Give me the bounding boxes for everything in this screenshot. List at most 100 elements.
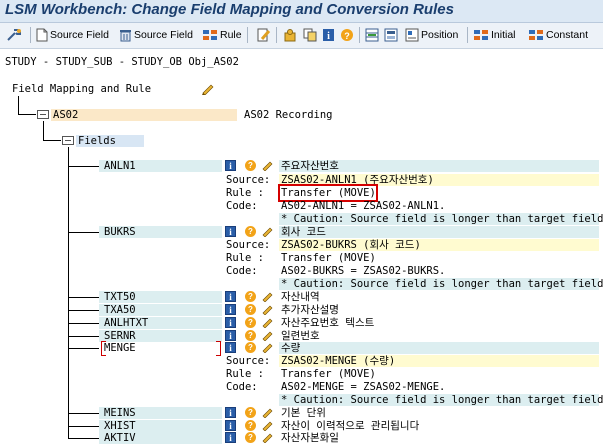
layout-icon xyxy=(384,28,398,42)
table-icon xyxy=(365,28,379,42)
pencil-icon[interactable] xyxy=(262,330,274,341)
rule-icon xyxy=(529,30,543,40)
trash-icon xyxy=(120,30,131,42)
document-icon xyxy=(36,28,48,42)
info-icon[interactable]: i xyxy=(225,226,236,237)
position-button[interactable]: Position xyxy=(405,26,458,44)
source-value[interactable]: ZSAS02-BUKRS (회사 코드) xyxy=(281,239,421,251)
field-desc: 기본 단위 xyxy=(281,407,326,419)
rule-button[interactable]: Rule xyxy=(202,26,242,44)
field-name-sernr[interactable]: SERNR xyxy=(104,330,136,342)
field-name-anln1[interactable]: ANLN1 xyxy=(104,160,136,172)
field-name-aktiv[interactable]: AKTIV xyxy=(104,432,136,444)
help-icon[interactable]: ? xyxy=(245,304,256,315)
help-icon[interactable]: ? xyxy=(245,330,256,341)
folder-icon[interactable] xyxy=(62,135,74,145)
code-value[interactable]: AS02-BUKRS = ZSAS02-BUKRS. xyxy=(281,265,445,277)
help-icon[interactable]: ? xyxy=(245,420,256,431)
display-button[interactable] xyxy=(365,26,381,44)
code-label: Code: xyxy=(226,200,258,212)
pencil-icon[interactable] xyxy=(262,432,274,443)
info-button[interactable]: i xyxy=(322,26,337,44)
info-icon[interactable]: i xyxy=(225,420,236,431)
field-desc: 회사 코드 xyxy=(281,226,326,238)
code-label: Code: xyxy=(226,381,258,393)
field-name-bukrs[interactable]: BUKRS xyxy=(104,226,136,238)
pencil-icon[interactable] xyxy=(262,304,274,315)
field-name-txa50[interactable]: TXA50 xyxy=(104,304,136,316)
tree-connector xyxy=(68,426,99,427)
rule-icon xyxy=(203,30,217,40)
field-name-txt50[interactable]: TXT50 xyxy=(104,291,136,303)
info-icon: i xyxy=(323,29,334,42)
source-value[interactable]: ZSAS02-MENGE (수량) xyxy=(281,355,395,367)
cut-button[interactable] xyxy=(283,26,299,44)
field-name-menge[interactable]: MENGE xyxy=(104,342,136,354)
rule-label: Rule : xyxy=(226,252,264,264)
tree-connector xyxy=(68,310,99,311)
layout-button[interactable] xyxy=(384,26,400,44)
pencil-icon[interactable] xyxy=(262,226,274,237)
position-icon xyxy=(405,28,419,42)
info-icon[interactable]: i xyxy=(225,330,236,341)
pencil-icon[interactable] xyxy=(262,407,274,418)
pencil-icon[interactable] xyxy=(262,160,274,171)
rule-value[interactable]: Transfer (MOVE) xyxy=(281,252,376,264)
help-icon[interactable]: ? xyxy=(245,407,256,418)
info-icon[interactable]: i xyxy=(225,317,236,328)
toolbar-separator xyxy=(276,27,277,43)
code-value[interactable]: AS02-ANLN1 = ZSAS02-ANLN1. xyxy=(281,200,445,212)
other-object-button[interactable] xyxy=(6,26,24,44)
field-row-highlight xyxy=(279,342,599,354)
tree-connector xyxy=(68,348,99,349)
pencil-icon[interactable] xyxy=(201,82,215,95)
tree-connector xyxy=(68,166,99,167)
constant-button[interactable]: Constant xyxy=(528,26,588,44)
tree-connector xyxy=(18,96,19,114)
help-icon[interactable]: ? xyxy=(245,160,256,171)
info-icon[interactable]: i xyxy=(225,407,236,418)
pencil-icon[interactable] xyxy=(262,342,274,353)
copy-icon xyxy=(303,28,317,42)
tree-connector xyxy=(43,121,44,140)
toolbar: Source Field Source Field Rule i ? Posit… xyxy=(0,23,603,49)
help-icon[interactable]: ? xyxy=(245,226,256,237)
source-label: Source: xyxy=(226,355,271,367)
node-as02[interactable]: AS02 xyxy=(53,109,78,121)
folder-icon[interactable] xyxy=(37,109,49,119)
info-icon[interactable]: i xyxy=(225,160,236,171)
caution-text: * Caution: Source field is longer than t… xyxy=(281,394,603,406)
info-icon[interactable]: i xyxy=(225,432,236,443)
pencil-icon[interactable] xyxy=(262,317,274,328)
help-icon[interactable]: ? xyxy=(245,432,256,443)
pencil-icon[interactable] xyxy=(262,420,274,431)
field-name-anlhtxt[interactable]: ANLHTXT xyxy=(104,317,148,329)
selection-bracket xyxy=(216,341,221,356)
help-icon: ? xyxy=(341,29,353,41)
field-name-xhist[interactable]: XHIST xyxy=(104,420,136,432)
info-icon[interactable]: i xyxy=(225,342,236,353)
field-name-meins[interactable]: MEINS xyxy=(104,407,136,419)
source-field-button[interactable]: Source Field xyxy=(36,26,109,44)
svg-text:i: i xyxy=(327,31,330,42)
info-icon[interactable]: i xyxy=(225,291,236,302)
help-button[interactable]: ? xyxy=(340,26,356,44)
help-icon[interactable]: ? xyxy=(245,342,256,353)
copy-button[interactable] xyxy=(303,26,319,44)
pencil-icon[interactable] xyxy=(262,291,274,302)
info-icon[interactable]: i xyxy=(225,304,236,315)
rule-value[interactable]: Transfer (MOVE) xyxy=(281,368,376,380)
source-field-button-2[interactable]: Source Field xyxy=(119,26,193,44)
tree-connector xyxy=(43,140,61,141)
code-value[interactable]: AS02-MENGE = ZSAS02-MENGE. xyxy=(281,381,445,393)
breadcrumb: STUDY - STUDY_SUB - STUDY_OB Obj_AS02 xyxy=(5,56,239,68)
edit-button[interactable] xyxy=(257,26,273,44)
field-desc: 일련번호 xyxy=(281,330,320,342)
toolbar-separator xyxy=(359,27,360,43)
help-icon[interactable]: ? xyxy=(245,291,256,302)
node-fields[interactable]: Fields xyxy=(78,135,116,147)
tree-connector xyxy=(68,232,99,233)
initial-button[interactable]: Initial xyxy=(473,26,516,44)
tree-connector xyxy=(68,438,99,439)
help-icon[interactable]: ? xyxy=(245,317,256,328)
